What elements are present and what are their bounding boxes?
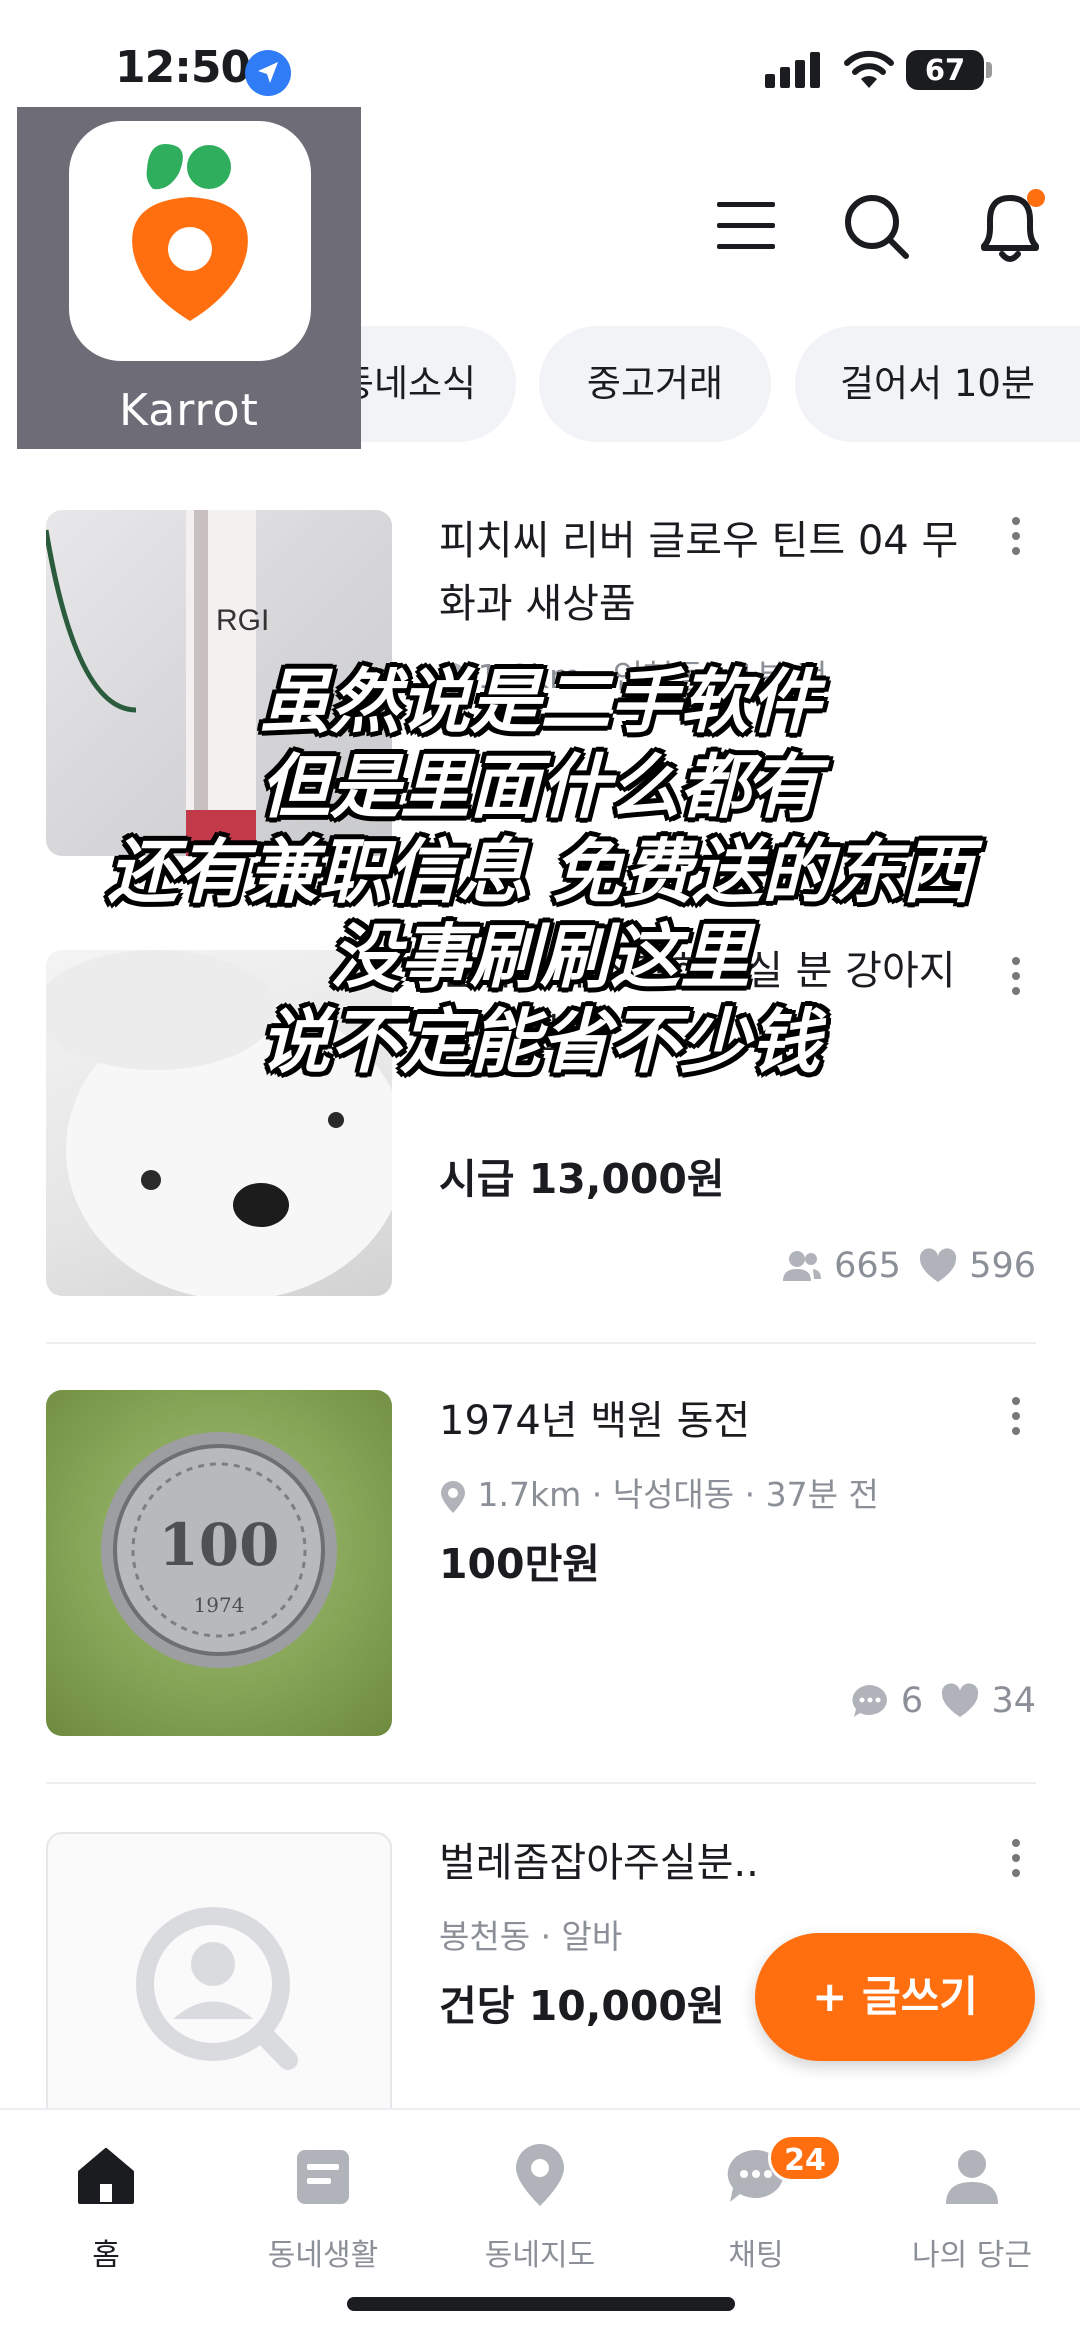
notification-bell-icon[interactable] [970,180,1050,270]
svg-text:RGI: RGI [216,604,269,637]
cellular-signal-icon [765,52,820,88]
svg-text:100: 100 [158,1511,279,1579]
karrot-logo-tile [69,121,311,361]
karrot-logo-icon [132,144,248,321]
caption-line: 没事刷刷这里 [330,916,750,998]
nav-map[interactable]: 동네지도 [440,2130,640,2280]
chip-secondhand[interactable]: 중고거래 [539,326,771,442]
location-pin-icon [441,1480,465,1513]
svg-text:1974: 1974 [194,1593,245,1617]
app-badge: Karrot [17,107,361,449]
listing-title: 피치씨 리버 글로우 틴트 04 무화과 새상품 [439,518,959,627]
listing-stats: 6 34 [850,1680,1036,1721]
chip-walking-10min[interactable]: 걸어서 10분 [795,326,1080,442]
caption-line: 还有兼职信息 免费送的东西 [107,831,973,913]
chat-bubble-icon [852,1685,887,1717]
nav-chat[interactable]: 24 채팅 [656,2130,856,2280]
listing-title: 1974년 백원 동전 [439,1398,751,1444]
listing-item[interactable]: 100 1974 1974년 백원 동전 1.7km · 낙성대동 · 37분 … [46,1390,1036,1736]
views-count: 665 [834,1246,901,1286]
listing-meta: 봉천동 · 알바 [439,1917,623,1956]
listing-price: 시급 13,000원 [439,1155,725,1203]
listing-meta-text: 1.7km · 낙성대동 · 37분 전 [477,1475,879,1514]
listing-meta: 1.7km · 낙성대동 · 37분 전 [439,1468,879,1516]
battery-indicator: 67 [906,50,984,90]
listing-title: 벌레좀잡아주실분.. [439,1840,759,1886]
listing-more-icon[interactable] [996,1390,1036,1450]
nav-label: 홈 [92,2238,120,2273]
community-board-icon [297,2150,349,2204]
listing-thumbnail: 100 1974 [46,1390,392,1736]
map-pin-icon [516,2144,564,2206]
list-divider [46,1342,1036,1344]
nav-home[interactable]: 홈 [6,2130,206,2280]
wifi-icon [844,50,894,88]
profile-icon [946,2150,998,2204]
nav-community[interactable]: 동네생활 [223,2130,423,2280]
nav-label: 동네생활 [267,2238,379,2273]
home-icon [78,2148,134,2204]
video-caption: 虽然说是二手软件 但是里面什么都有 还有兼职信息 免费送的东西 没事刷刷这里 说… [0,660,1080,1085]
chat-unread-badge: 24 [768,2134,842,2182]
people-icon [782,1251,821,1281]
listing-more-icon[interactable] [996,1832,1036,1892]
likes-count: 596 [969,1246,1036,1286]
nav-label: 동네지도 [484,2238,596,2273]
menu-icon[interactable] [715,180,779,270]
home-indicator [347,2297,735,2311]
listing-price: 건당 10,000원 [439,1982,725,2030]
likes-count: 34 [991,1681,1036,1721]
caption-line: 虽然说是二手软件 [260,661,820,743]
search-icon[interactable] [842,180,912,270]
list-divider [46,1782,1036,1784]
nav-label: 채팅 [728,2238,784,2273]
caption-line: 但是里面什么都有 [260,746,820,828]
caption-line: 说不定能省不少钱 [260,1001,820,1083]
location-arrow-icon [245,50,291,96]
nav-my-karrot[interactable]: 나의 당근 [872,2130,1072,2280]
listing-more-icon[interactable] [996,510,1036,570]
app-badge-name: Karrot [119,385,259,436]
heart-icon [919,1248,957,1282]
status-time: 12:50 [115,42,251,93]
coin-image: 100 1974 [101,1432,337,1668]
listing-price: 100만원 [439,1540,601,1588]
comments-count: 6 [900,1681,924,1721]
nav-label: 나의 당근 [912,2238,1032,2273]
battery-tip [986,62,992,78]
write-post-button[interactable]: + 글쓰기 [755,1933,1035,2061]
listing-stats: 665 596 [781,1245,1036,1286]
heart-icon [942,1683,979,1717]
